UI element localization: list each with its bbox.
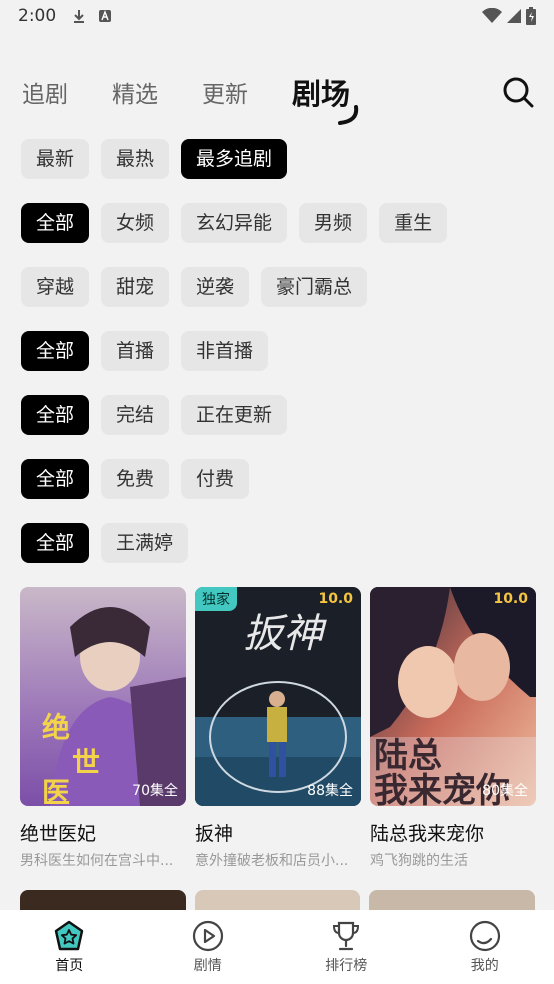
nav-ranking[interactable]: 排行榜 [301,919,391,975]
drama-poster: 扳神 独家 10.0 88集全 [195,587,361,806]
chip-premiere-all[interactable]: 全部 [21,331,90,371]
status-bar: 2:00 [0,0,554,32]
poster-title-char-3: 医 [42,776,70,806]
top-tab-bar: 追剧 精选 更新 剧场 [22,70,542,125]
status-time: 2:00 [18,6,57,26]
poster-art-luzong: 陆总 我来宠你 [370,587,536,806]
chip-price-all[interactable]: 全部 [21,459,90,499]
filter-panel: 最新 最热 最多追剧 全部 女频 玄幻异能 男频 重生 穿越 甜宠 逆袭 豪门霸… [21,139,541,587]
episode-count: 80集全 [482,783,528,799]
chip-time-travel[interactable]: 穿越 [21,267,90,307]
chip-completed[interactable]: 完结 [101,395,170,435]
chip-actor-wang[interactable]: 王满婷 [101,523,189,563]
filter-row-status: 全部 完结 正在更新 [21,395,541,435]
exclusive-badge: 独家 [195,587,237,611]
download-icon [74,10,85,23]
nav-drama[interactable]: 剧情 [163,919,253,975]
poster-title-line-1: 陆总 [374,736,442,776]
chip-female[interactable]: 女频 [101,203,170,243]
battery-icon [526,7,536,25]
chip-premiere[interactable]: 首播 [101,331,170,371]
filter-row-actor: 全部 王满婷 [21,523,541,563]
drama-score: 10.0 [493,591,528,607]
a-notification-icon [99,10,112,22]
chip-paid[interactable]: 付费 [181,459,250,499]
search-icon[interactable] [502,76,534,108]
episode-count: 70集全 [132,783,178,799]
chip-male[interactable]: 男频 [299,203,368,243]
drama-poster: 陆总 我来宠你 10.0 80集全 [370,587,536,806]
nav-ranking-label: 排行榜 [325,958,368,974]
play-circle-icon [192,920,223,952]
nav-home-label: 首页 [55,958,84,974]
drama-title: 陆总我来宠你 [370,823,485,845]
filter-row-sort: 最新 最热 最多追剧 [21,139,541,179]
drama-desc: 鸡飞狗跳的生活 [370,853,468,869]
episode-count: 88集全 [307,783,353,799]
nav-drama-label: 剧情 [193,958,222,974]
filter-row-genre-2: 穿越 甜宠 逆袭 豪门霸总 [21,267,541,307]
bottom-nav-bar: 首页 剧情 排行榜 我的 [0,910,554,984]
poster-title-art: 扳神 [243,611,327,657]
nav-profile-label: 我的 [470,958,499,974]
signal-icon [507,9,521,23]
chip-status-all[interactable]: 全部 [21,395,90,435]
chip-genre-all[interactable]: 全部 [21,203,90,243]
tab-zhuiju[interactable]: 追剧 [22,75,68,109]
chip-hottest[interactable]: 最热 [101,139,170,179]
chip-updating[interactable]: 正在更新 [181,395,288,435]
drama-desc: 意外撞破老板和店员小... [195,853,349,869]
tab-jingxuan[interactable]: 精选 [112,75,158,109]
chip-free[interactable]: 免费 [101,459,170,499]
tab-juchang[interactable]: 剧场 [292,71,359,125]
poster-art-jueshi: 绝 世 医 [20,587,186,806]
filter-row-price: 全部 免费 付费 [21,459,541,499]
tab-gengxin[interactable]: 更新 [202,75,248,109]
drama-desc: 男科医生如何在宫斗中... [20,853,174,869]
filter-row-genre: 全部 女频 玄幻异能 男频 重生 [21,203,541,243]
chip-rebirth[interactable]: 重生 [379,203,448,243]
drama-title: 绝世医妃 [20,823,97,845]
chip-actor-all[interactable]: 全部 [21,523,90,563]
poster-title-char-1: 绝 [42,711,70,744]
poster-art-banshen: 扳神 [195,587,361,806]
chip-most-followed[interactable]: 最多追剧 [181,139,288,179]
drama-grid: 绝 世 医 70集全 绝世医妃 男科医生如何在宫斗中... 扳神 独家 10.0 [20,587,536,870]
home-star-icon [55,920,84,951]
profile-icon [469,920,500,952]
drama-card[interactable]: 扳神 独家 10.0 88集全 扳神 意外撞破老板和店员小... [195,587,361,870]
drama-card[interactable]: 绝 世 医 70集全 绝世医妃 男科医生如何在宫斗中... [20,587,186,870]
chip-ceo[interactable]: 豪门霸总 [261,267,368,307]
wifi-icon [482,8,502,23]
nav-profile[interactable]: 我的 [440,919,530,975]
chip-non-premiere[interactable]: 非首播 [181,331,269,371]
chip-comeback[interactable]: 逆袭 [181,267,250,307]
tab-active-swoosh-icon [338,105,359,125]
chip-fantasy[interactable]: 玄幻异能 [181,203,288,243]
drama-title: 扳神 [195,823,234,845]
drama-score: 10.0 [318,591,353,607]
trophy-icon [333,921,360,951]
chip-sweet[interactable]: 甜宠 [101,267,170,307]
drama-poster: 绝 世 医 70集全 [20,587,186,806]
chip-newest[interactable]: 最新 [21,139,90,179]
poster-title-char-2: 世 [72,746,100,779]
filter-row-premiere: 全部 首播 非首播 [21,331,541,371]
nav-home[interactable]: 首页 [24,919,114,975]
drama-card[interactable]: 陆总 我来宠你 10.0 80集全 陆总我来宠你 鸡飞狗跳的生活 [370,587,536,870]
